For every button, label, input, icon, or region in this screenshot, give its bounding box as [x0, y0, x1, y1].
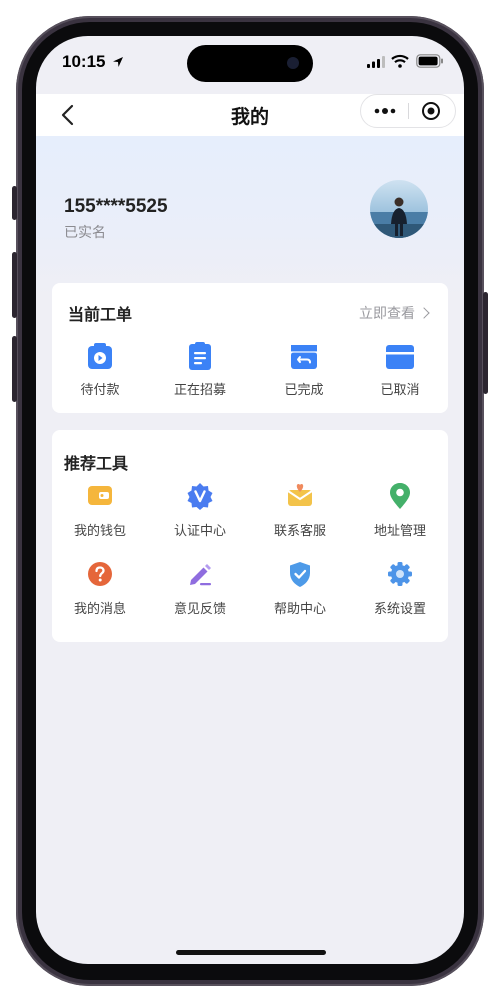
cellular-signal-icon [367, 56, 385, 68]
tool-my-wallet[interactable]: 我的钱包 [52, 482, 148, 539]
wifi-icon [391, 54, 409, 68]
order-item-pending-payment[interactable]: 待付款 [52, 341, 148, 401]
clipboard-icon [189, 342, 211, 370]
question-circle-icon [88, 562, 112, 586]
tool-help-center[interactable]: 帮助中心 [252, 560, 348, 617]
tool-feedback[interactable]: 意见反馈 [152, 560, 248, 617]
shield-check-icon [290, 562, 310, 587]
location-arrow-icon [113, 57, 124, 67]
phone-power-button [483, 292, 488, 394]
verified-badge-icon [187, 483, 213, 510]
home-indicator[interactable] [176, 950, 326, 955]
order-item-completed[interactable]: 已完成 [256, 341, 352, 401]
tool-system-settings[interactable]: 系统设置 [352, 560, 448, 617]
battery-icon [416, 54, 443, 68]
box-return-icon [291, 345, 317, 369]
tool-my-messages[interactable]: 我的消息 [52, 560, 148, 617]
close-target-icon[interactable] [421, 101, 441, 121]
orders-title: 当前工单 [68, 305, 133, 324]
verify-status: 已实名 [64, 225, 106, 241]
status-time: 10:15 [62, 52, 124, 72]
tool-verification-center[interactable]: 认证中心 [152, 482, 248, 539]
order-item-cancelled[interactable]: 已取消 [352, 341, 448, 401]
tool-customer-service[interactable]: 联系客服 [252, 482, 348, 539]
phone-action-button [12, 186, 17, 220]
avatar[interactable] [370, 180, 428, 238]
miniprogram-capsule [360, 94, 456, 128]
mail-heart-icon [287, 484, 313, 506]
navigation-bar: 我的 [36, 94, 464, 136]
wallet-icon [88, 486, 112, 505]
tool-address-management[interactable]: 地址管理 [352, 482, 448, 539]
profile-header: 155****5525 已实名 [36, 136, 464, 296]
view-all-link[interactable]: 立即查看 [359, 303, 430, 323]
chevron-right-icon [418, 307, 430, 319]
more-dots-icon[interactable] [373, 104, 397, 118]
phone-volume-up-button [12, 252, 17, 318]
tools-title: 推荐工具 [64, 454, 129, 473]
dynamic-island [187, 45, 313, 82]
gear-icon [388, 562, 412, 586]
phone-volume-down-button [12, 336, 17, 402]
user-phone: 155****5525 [64, 196, 168, 217]
status-bar: 10:15 [36, 36, 464, 92]
orders-card: 当前工单 立即查看 待付款 正在招募 已完成 已取消 [52, 283, 448, 413]
tools-card: 推荐工具 我的钱包 认证中心 联系客服 地址管理 我的消息 意见反馈 帮助中心 … [52, 430, 448, 642]
screen: 10:15 我的 155****5525 已实名 当前工单 立即查看 待付款 正… [36, 36, 464, 964]
location-pin-icon [390, 483, 410, 509]
order-item-recruiting[interactable]: 正在招募 [152, 341, 248, 401]
card-icon [386, 345, 414, 369]
pencil-icon [190, 564, 211, 586]
wallet-clock-icon [88, 343, 112, 369]
